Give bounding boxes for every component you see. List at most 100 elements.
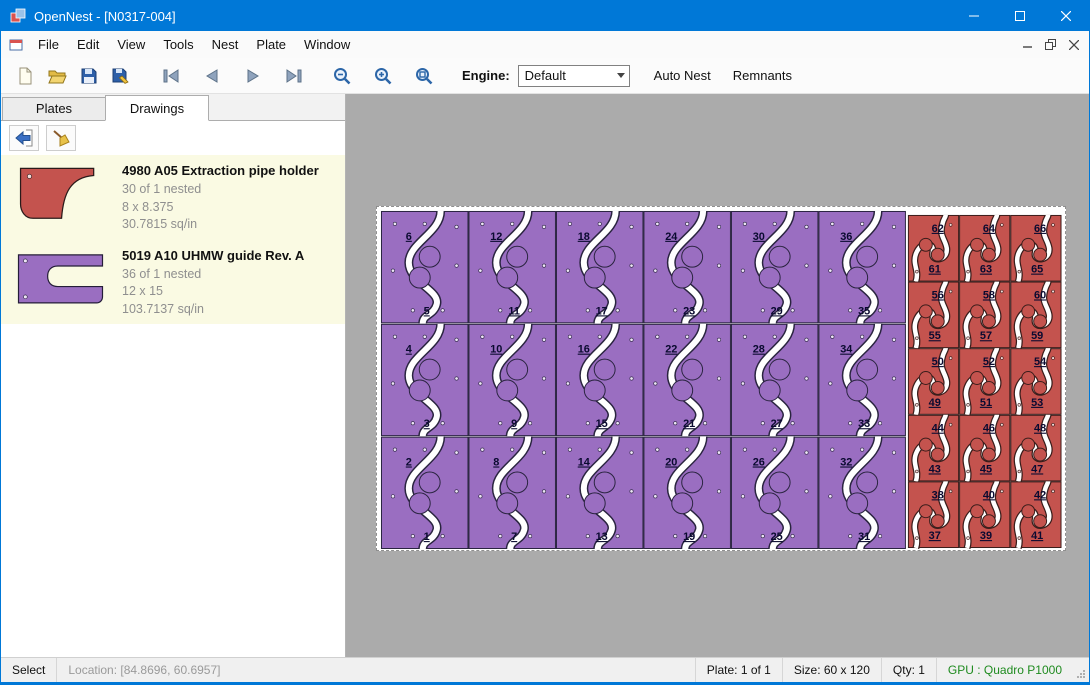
plate[interactable]: 6512111817242330293635431091615222128273… <box>376 206 1066 551</box>
zoom-group <box>326 62 440 90</box>
part-number: 26 <box>753 456 765 468</box>
broom-icon <box>51 129 71 147</box>
part-number: 36 <box>840 231 852 243</box>
menu-view[interactable]: View <box>108 33 154 56</box>
drawing-item-uhmw-guide[interactable]: 5019 A10 UHMW guide Rev. A 36 of 1 neste… <box>1 240 345 325</box>
menu-file[interactable]: File <box>29 33 68 56</box>
part-number: 40 <box>983 489 995 501</box>
first-plate-button[interactable] <box>155 62 187 90</box>
part-number: 44 <box>932 423 945 435</box>
menu-tools[interactable]: Tools <box>154 33 202 56</box>
mdi-close-icon[interactable] <box>1069 40 1079 50</box>
status-plate: Plate: 1 of 1 <box>695 658 782 682</box>
part-number: 66 <box>1034 223 1046 235</box>
minimize-icon <box>969 11 979 21</box>
part-number: 56 <box>932 289 944 301</box>
part-number: 20 <box>665 456 677 468</box>
part-thumbnail-red <box>13 163 108 234</box>
zoom-out-icon <box>332 66 352 86</box>
part-number: 2 <box>406 456 412 468</box>
part-number: 12 <box>490 231 502 243</box>
next-plate-button[interactable] <box>237 62 269 90</box>
part-number: 65 <box>1031 264 1043 276</box>
window-controls <box>951 1 1089 31</box>
minimize-button[interactable] <box>951 1 997 31</box>
close-button[interactable] <box>1043 1 1089 31</box>
auto-nest-button[interactable]: Auto Nest <box>648 64 717 87</box>
nest-canvas[interactable]: 6512111817242330293635431091615222128273… <box>346 94 1089 657</box>
drawing-size: 8 x 8.375 <box>122 199 319 217</box>
remnants-button[interactable]: Remnants <box>727 64 798 87</box>
save-button[interactable] <box>73 62 105 90</box>
import-drawing-button[interactable] <box>9 125 39 151</box>
part-number: 25 <box>771 531 783 543</box>
part-number: 32 <box>840 456 852 468</box>
mdi-restore-icon[interactable] <box>1045 39 1056 50</box>
drawing-list: 4980 A05 Extraction pipe holder 30 of 1 … <box>1 155 345 324</box>
part-number: 39 <box>980 530 992 542</box>
drawings-toolbar <box>1 121 345 155</box>
part-number: 57 <box>980 330 992 342</box>
part-number: 10 <box>490 344 502 356</box>
part-number: 54 <box>1034 356 1047 368</box>
menu-plate[interactable]: Plate <box>247 33 295 56</box>
tab-drawings[interactable]: Drawings <box>105 95 209 121</box>
part-number: 45 <box>980 463 992 475</box>
window-title: OpenNest - [N0317-004] <box>34 9 176 24</box>
save-icon <box>79 66 99 86</box>
main-toolbar: Engine: Default Auto Nest Remnants <box>1 58 1089 94</box>
part-number: 42 <box>1034 489 1046 501</box>
part-number: 6 <box>406 231 412 243</box>
open-button[interactable] <box>41 62 73 90</box>
part-number: 24 <box>665 231 678 243</box>
part-number: 21 <box>683 418 695 430</box>
drawing-size: 12 x 15 <box>122 283 304 301</box>
menu-window[interactable]: Window <box>295 33 359 56</box>
drawing-title: 5019 A10 UHMW guide Rev. A <box>122 248 304 263</box>
part-number: 19 <box>683 531 695 543</box>
zoom-in-icon <box>373 66 393 86</box>
part-thumbnail-purple <box>13 248 108 319</box>
zoom-fit-button[interactable] <box>408 62 440 90</box>
menu-edit[interactable]: Edit <box>68 33 108 56</box>
zoom-in-button[interactable] <box>367 62 399 90</box>
part-number: 1 <box>424 531 430 543</box>
last-plate-button[interactable] <box>278 62 310 90</box>
previous-plate-button[interactable] <box>196 62 228 90</box>
clear-drawings-button[interactable] <box>46 125 76 151</box>
new-file-icon <box>15 66 35 86</box>
part-number: 33 <box>858 418 870 430</box>
part-number: 50 <box>932 356 944 368</box>
tab-plates[interactable]: Plates <box>2 97 106 120</box>
drawing-area: 30.7815 sq/in <box>122 216 319 234</box>
document-icon <box>8 37 24 53</box>
save-as-button[interactable] <box>105 62 137 90</box>
drawing-nested-count: 30 of 1 nested <box>122 181 319 199</box>
menu-nest[interactable]: Nest <box>203 33 248 56</box>
part-number: 34 <box>840 344 853 356</box>
drawing-item-extraction-pipe-holder[interactable]: 4980 A05 Extraction pipe holder 30 of 1 … <box>1 155 345 240</box>
part-number: 48 <box>1034 423 1046 435</box>
first-arrow-icon <box>161 66 181 86</box>
mdi-minimize-icon[interactable] <box>1023 40 1032 49</box>
maximize-icon <box>1015 11 1025 21</box>
engine-select[interactable]: Default <box>518 65 630 87</box>
part-number: 22 <box>665 344 677 356</box>
statusbar: Select Location: [84.8696, 60.6957] Plat… <box>1 657 1089 682</box>
resize-grip[interactable] <box>1073 658 1089 682</box>
part-number: 28 <box>753 344 765 356</box>
mdi-window-controls <box>1023 39 1089 50</box>
zoom-out-button[interactable] <box>326 62 358 90</box>
new-button[interactable] <box>9 62 41 90</box>
drawing-meta: 5019 A10 UHMW guide Rev. A 36 of 1 neste… <box>122 248 304 319</box>
part-number: 55 <box>929 330 941 342</box>
status-mode: Select <box>1 658 56 682</box>
engine-label: Engine: <box>462 68 510 83</box>
status-qty: Qty: 1 <box>881 658 936 682</box>
part-number: 11 <box>508 305 520 317</box>
part-number: 41 <box>1031 530 1043 542</box>
part-number: 5 <box>424 305 430 317</box>
maximize-button[interactable] <box>997 1 1043 31</box>
panel-empty-area <box>1 324 345 657</box>
drawing-nested-count: 36 of 1 nested <box>122 266 304 284</box>
